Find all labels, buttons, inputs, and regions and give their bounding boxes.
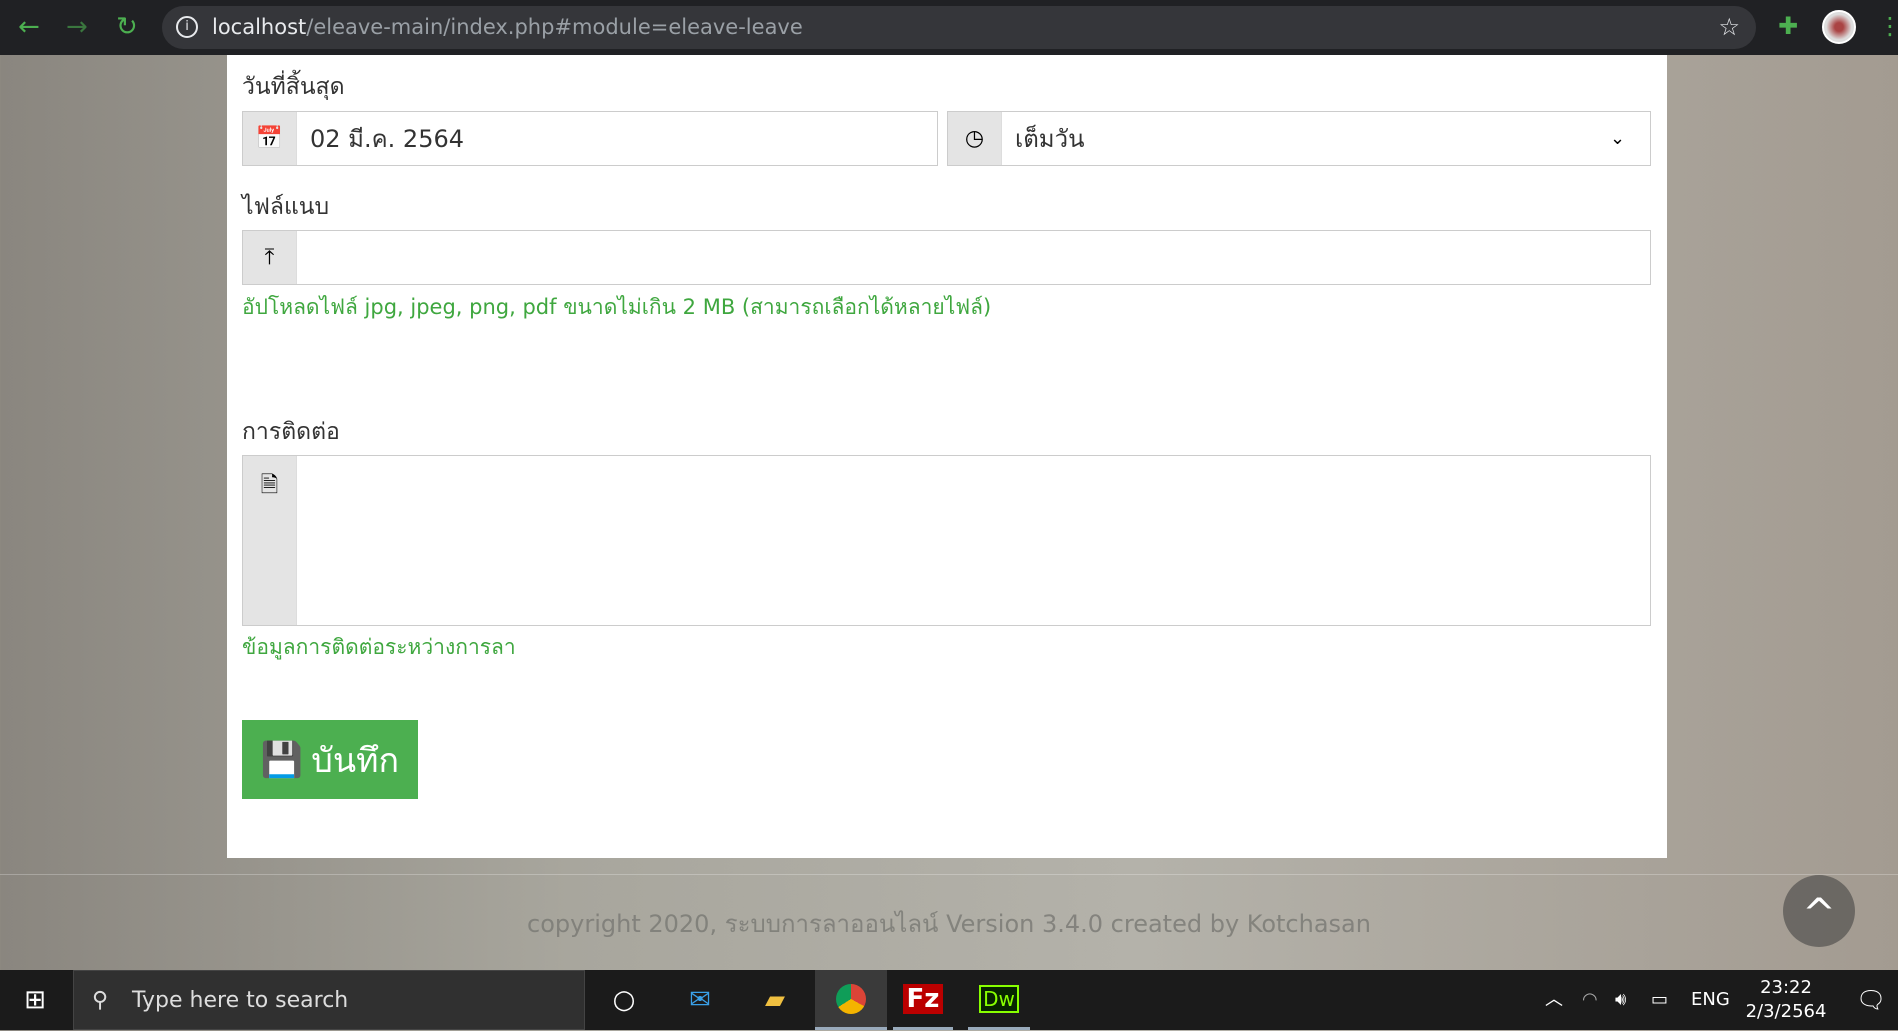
time-select[interactable]: ◷ เต็มวัน ⌄ <box>947 111 1651 166</box>
bookmark-star-icon[interactable]: ☆ <box>1718 6 1740 49</box>
end-date-field[interactable]: 📅 02 มี.ค. 2564 <box>242 111 938 166</box>
windows-start-icon[interactable]: ⊞ <box>0 970 70 1030</box>
notifications-icon[interactable]: 🗨︎ <box>1856 970 1886 1030</box>
end-date-label: วันที่สิ้นสุด <box>242 74 345 100</box>
wifi-icon[interactable]: ◠ <box>1582 970 1598 1030</box>
footer-copyright: copyright 2020, ระบบการลาออนไลน์ Version… <box>527 910 1371 938</box>
menu-icon[interactable]: ⋮ <box>1878 12 1898 40</box>
file-explorer-icon[interactable]: ▰ <box>745 970 805 1030</box>
scroll-to-top-button[interactable]: ^ <box>1783 875 1855 947</box>
browser-toolbar: ← → ↻ i localhost/eleave-main/index.php#… <box>0 0 1898 55</box>
forward-icon[interactable]: → <box>66 12 88 42</box>
footer-divider <box>0 874 1898 875</box>
chevron-down-icon: ⌄ <box>1610 128 1626 149</box>
attachment-hint: อัปโหลดไฟล์ jpg, jpeg, png, pdf ขนาดไม่เ… <box>242 295 992 319</box>
dreamweaver-icon[interactable]: Dw <box>968 970 1030 1030</box>
reload-icon[interactable]: ↻ <box>116 12 138 42</box>
contact-textarea[interactable]: 🗎 <box>242 455 1651 626</box>
extensions-puzzle-icon[interactable]: ✚ <box>1778 12 1798 40</box>
back-icon[interactable]: ← <box>18 12 40 42</box>
clock-icon: ◷ <box>948 112 1002 165</box>
clock[interactable]: 23:22 2/3/2564 <box>1740 970 1832 1030</box>
cortana-icon[interactable]: ○ <box>594 970 654 1030</box>
battery-icon[interactable]: ▭ <box>1651 970 1668 1030</box>
search-icon: ⚲ <box>92 988 109 1013</box>
attachment-label: ไฟล์แนบ <box>242 194 330 220</box>
show-hidden-icons-icon[interactable]: ︿ <box>1545 970 1563 1030</box>
save-button[interactable]: 💾 บันทึก <box>242 720 418 799</box>
filezilla-icon[interactable]: Fz <box>893 970 953 1030</box>
save-icon: 💾 <box>260 740 304 779</box>
upload-icon: ⤒ <box>243 231 297 284</box>
contact-hint: ข้อมูลการติดต่อระหว่างการลา <box>242 635 516 659</box>
contact-label: การติดต่อ <box>242 419 340 445</box>
file-upload-input[interactable]: ⤒ <box>242 230 1651 285</box>
language-indicator[interactable]: ENG <box>1691 970 1730 1030</box>
chrome-icon[interactable] <box>815 970 887 1030</box>
mail-icon[interactable]: ✉ <box>670 970 730 1030</box>
address-bar[interactable]: i localhost/eleave-main/index.php#module… <box>162 6 1756 49</box>
taskbar-search[interactable]: ⚲ Type here to search <box>73 970 585 1030</box>
volume-icon[interactable]: 🔊︎ <box>1615 970 1626 1030</box>
leave-form: วันที่สิ้นสุด 📅 02 มี.ค. 2564 ◷ เต็มวัน … <box>227 55 1667 858</box>
calendar-icon: 📅 <box>243 112 297 165</box>
info-icon[interactable]: i <box>176 16 198 38</box>
taskbar: ⊞ ⚲ Type here to search ○ ✉ ▰ Fz Dw ︿ ◠ … <box>0 970 1898 1030</box>
avatar[interactable] <box>1822 10 1856 44</box>
document-icon: 🗎 <box>243 456 297 625</box>
